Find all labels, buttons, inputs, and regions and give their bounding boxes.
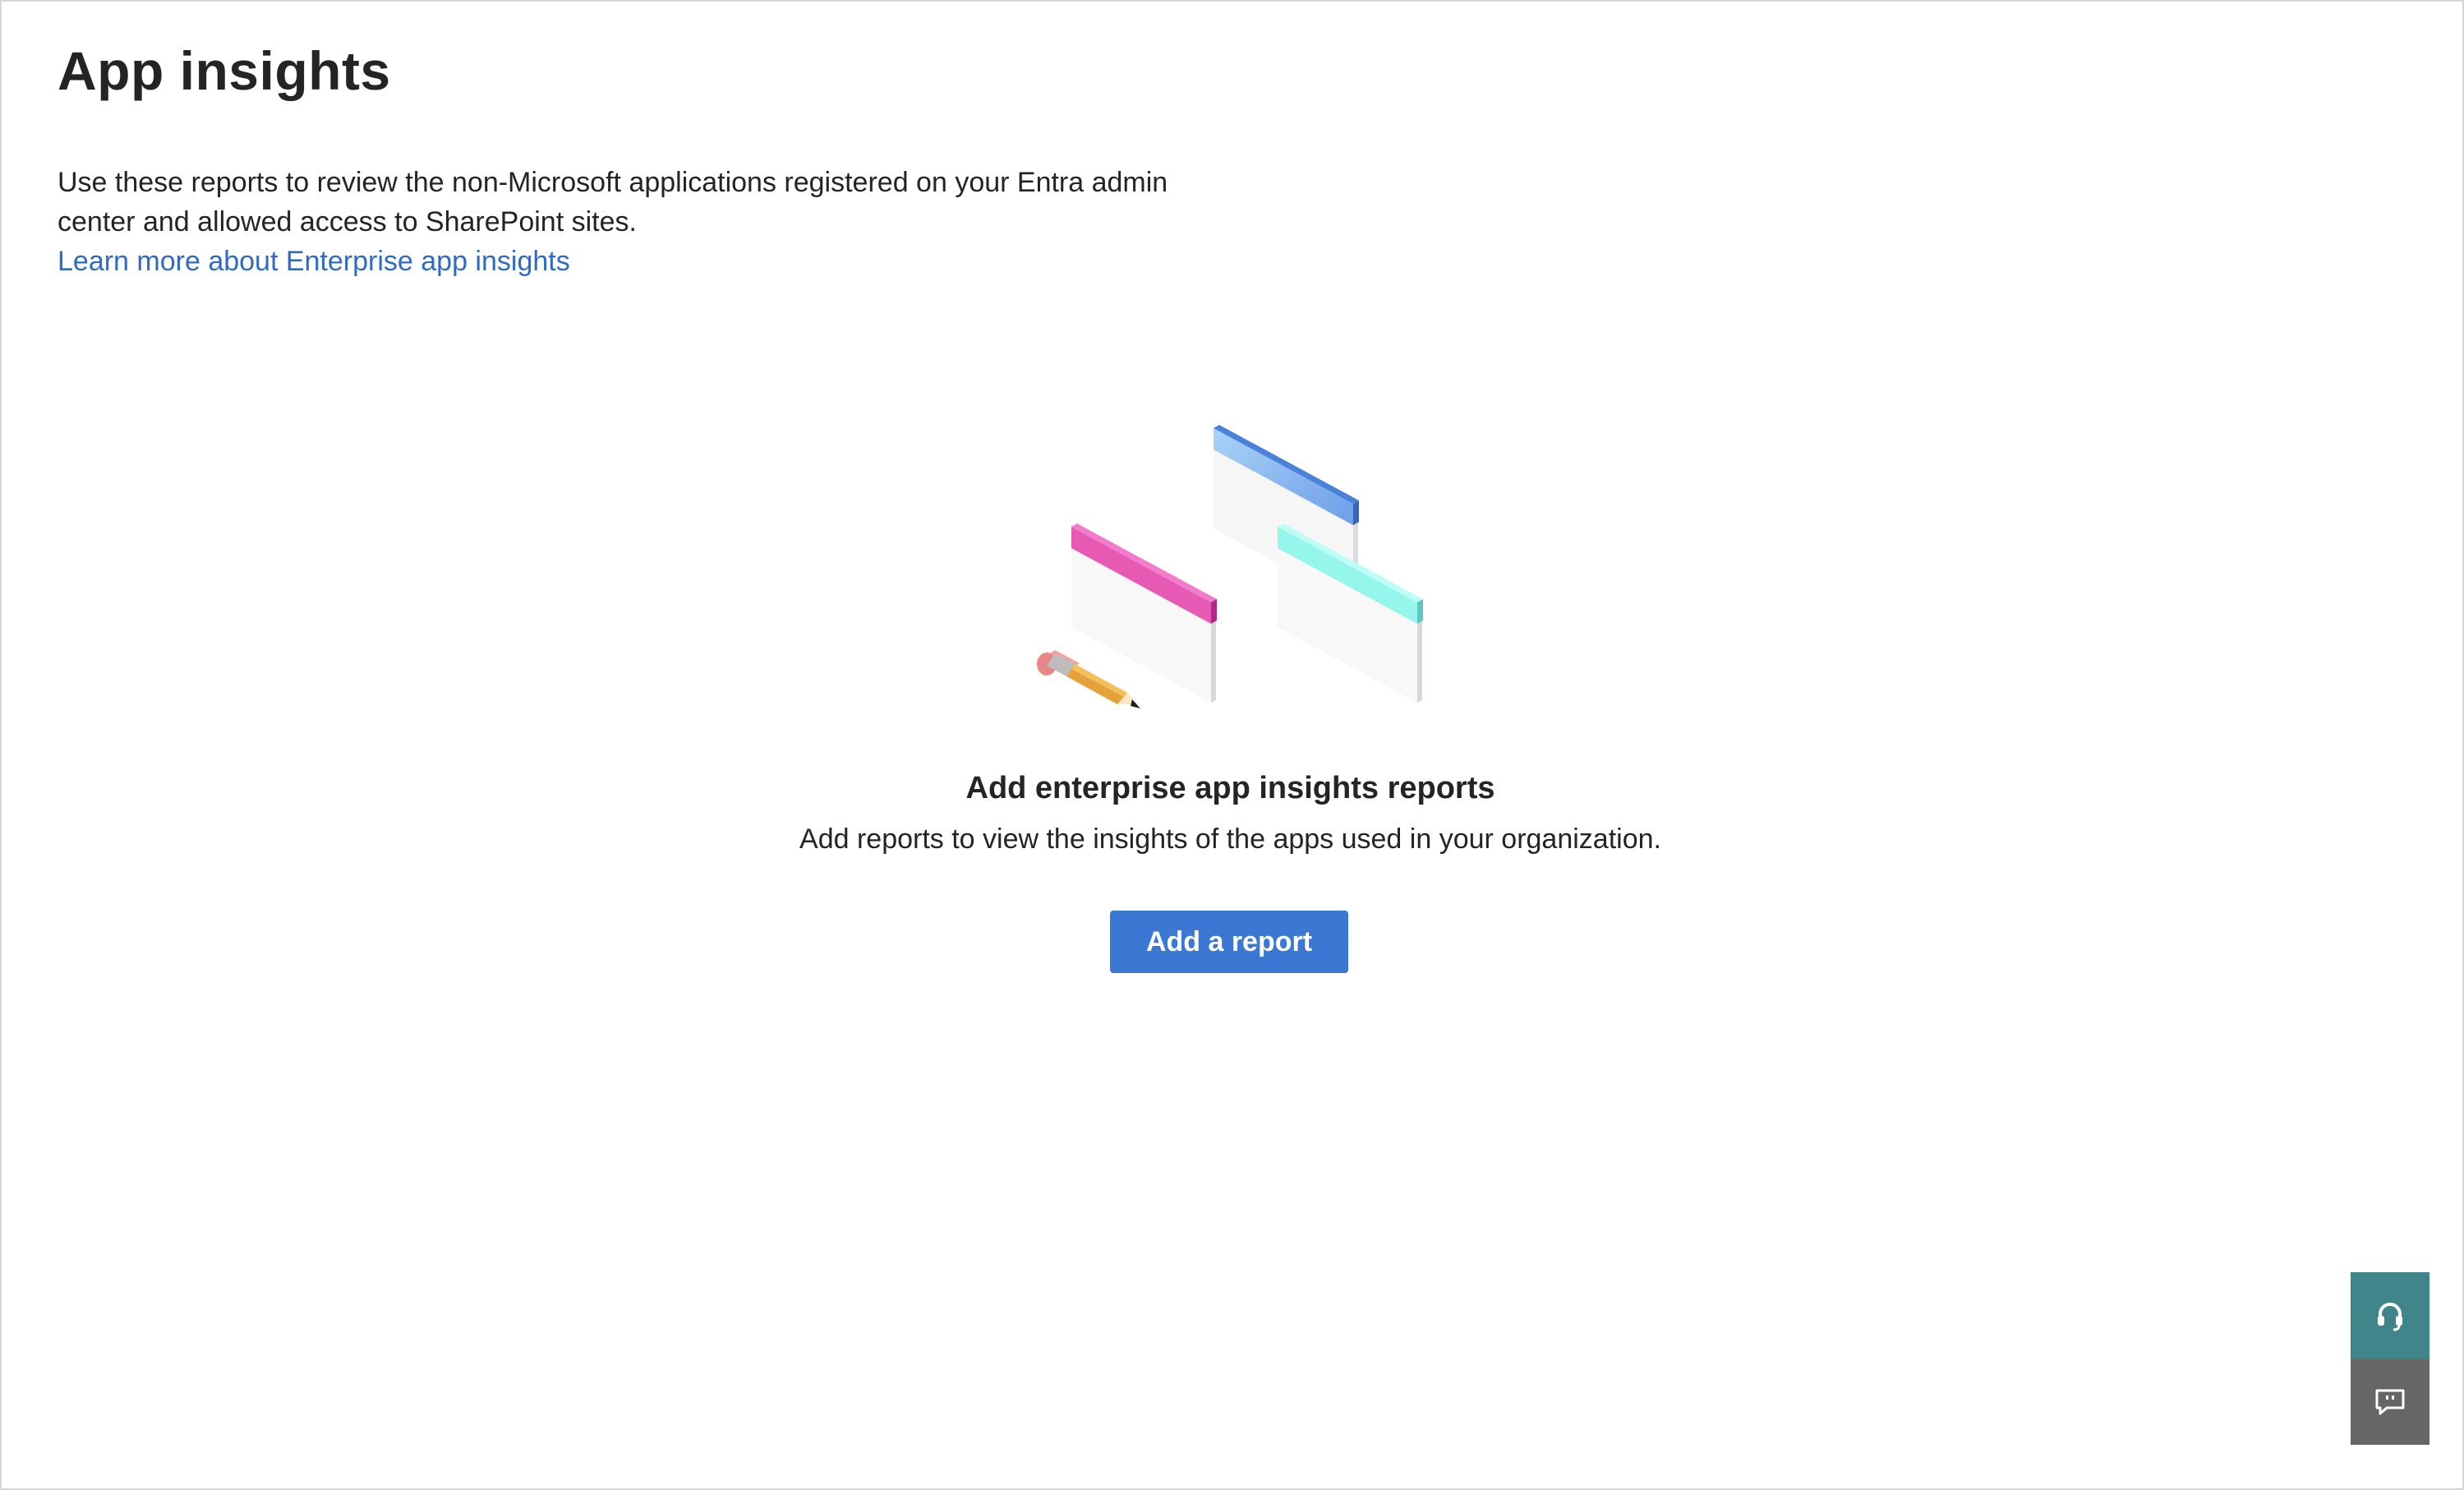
empty-state-illustration (1037, 425, 1423, 708)
chat-feedback-icon (2375, 1389, 2405, 1415)
headset-icon (2378, 1303, 2402, 1331)
page-title: App insights (58, 40, 391, 101)
pencil-icon (1037, 650, 1140, 708)
support-button[interactable] (2351, 1272, 2429, 1359)
learn-more-link[interactable]: Learn more about Enterprise app insights (58, 242, 570, 281)
page-description: Use these reports to review the non-Micr… (58, 167, 1168, 238)
feedback-button[interactable] (2351, 1359, 2429, 1445)
empty-state-subtitle: Add reports to view the insights of the … (799, 823, 1661, 855)
add-report-button[interactable]: Add a report (1110, 911, 1348, 973)
empty-state-title: Add enterprise app insights reports (965, 771, 1495, 805)
side-tools (2351, 1272, 2429, 1445)
